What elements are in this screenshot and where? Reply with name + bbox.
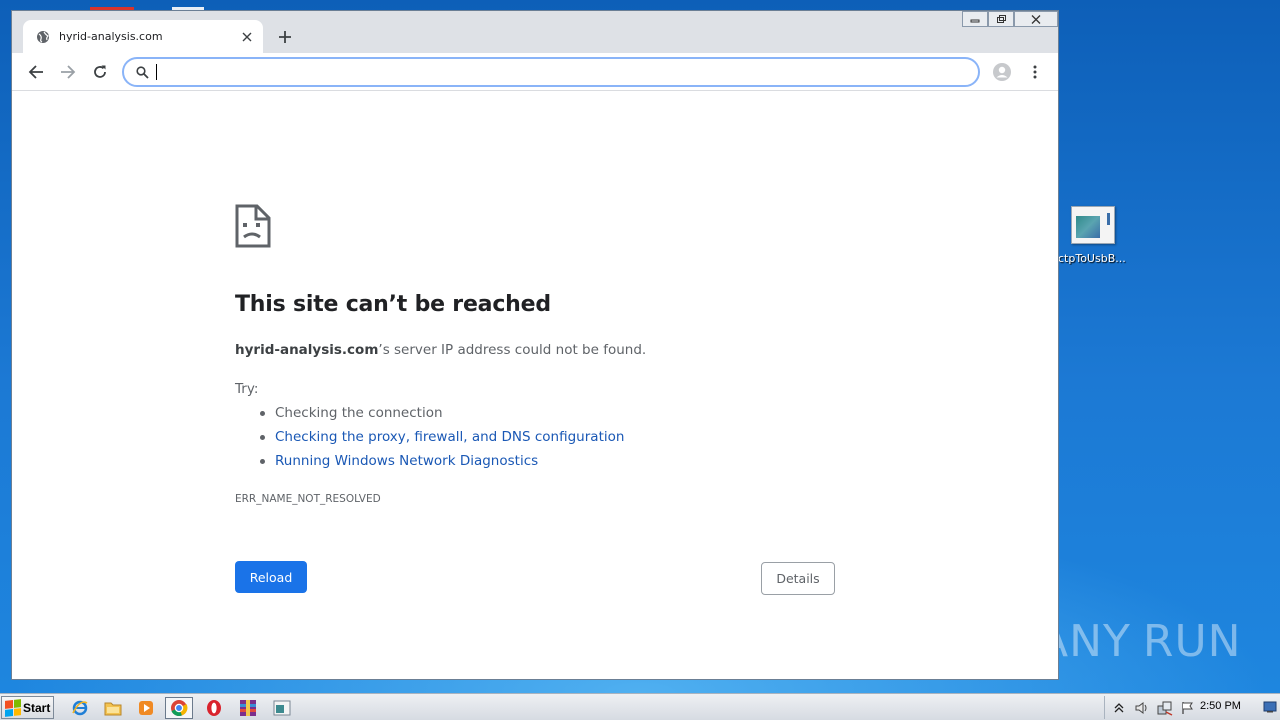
desktop-shortcut-label: ctpToUsbB... — [1058, 252, 1126, 265]
address-input[interactable] — [154, 61, 978, 83]
media-player-icon[interactable] — [132, 697, 160, 719]
try-label: Try: — [235, 381, 259, 397]
document-window-icon — [1071, 206, 1115, 244]
close-icon[interactable] — [1014, 11, 1058, 27]
text-caret — [156, 64, 157, 80]
desktop-shortcut[interactable]: ctpToUsbB... — [1058, 206, 1128, 272]
minimize-icon[interactable] — [962, 11, 988, 27]
explorer-folder-icon[interactable] — [99, 697, 127, 719]
watermark-right-text: RUN — [1142, 615, 1242, 667]
anyrun-watermark: ANY RUN — [1038, 610, 1241, 672]
ie-icon[interactable] — [66, 697, 94, 719]
globe-icon — [35, 29, 51, 45]
browser-window: hyrid-analysis.com This site can’t be re… — [11, 10, 1059, 680]
start-label: Start — [23, 700, 51, 715]
account-icon[interactable] — [991, 61, 1013, 83]
error-code: ERR_NAME_NOT_RESOLVED — [235, 493, 381, 505]
window-app-icon[interactable] — [268, 697, 296, 719]
tab-active[interactable]: hyrid-analysis.com — [23, 20, 263, 53]
suggestion-check-proxy-link[interactable]: Checking the proxy, firewall, and DNS co… — [235, 428, 624, 452]
volume-icon[interactable] — [1132, 699, 1152, 717]
plus-icon[interactable] — [275, 27, 295, 47]
chrome-icon[interactable] — [165, 697, 193, 719]
suggestion-network-diagnostics-link[interactable]: Running Windows Network Diagnostics — [235, 452, 624, 476]
reload-icon[interactable] — [89, 61, 111, 83]
window-controls — [962, 11, 1058, 29]
taskbar: Start 2:50 PM — [0, 693, 1280, 720]
winrar-icon[interactable] — [234, 697, 262, 719]
error-message: ’s server IP address could not be found. — [378, 342, 647, 358]
system-tray — [1104, 696, 1201, 719]
error-description: hyrid-analysis.com’s server IP address c… — [235, 342, 646, 358]
suggestion-list: Checking the connection Checking the pro… — [235, 404, 624, 476]
windows-logo-icon — [5, 698, 21, 717]
forward-arrow-icon[interactable] — [57, 61, 79, 83]
search-icon — [134, 64, 150, 80]
action-center-flag-icon[interactable] — [1178, 699, 1198, 717]
close-icon[interactable] — [239, 29, 255, 45]
show-desktop-icon[interactable] — [1262, 698, 1278, 716]
error-host: hyrid-analysis.com — [235, 342, 379, 358]
title-bar: hyrid-analysis.com — [12, 11, 1058, 53]
opera-icon[interactable] — [200, 697, 228, 719]
error-title: This site can’t be reached — [235, 292, 551, 317]
details-button[interactable]: Details — [761, 562, 835, 595]
tab-title: hyrid-analysis.com — [59, 30, 163, 43]
kebab-menu-icon[interactable] — [1024, 61, 1046, 83]
show-hidden-icons-arrow[interactable] — [1109, 699, 1129, 717]
clock[interactable]: 2:50 PM — [1200, 700, 1241, 712]
reload-button[interactable]: Reload — [235, 561, 307, 593]
browser-toolbar — [12, 53, 1058, 91]
start-button[interactable]: Start — [1, 696, 54, 719]
back-arrow-icon[interactable] — [25, 61, 47, 83]
address-bar[interactable] — [122, 57, 980, 87]
sad-document-icon — [235, 204, 271, 248]
error-page: This site can’t be reached hyrid-analysi… — [12, 92, 1058, 679]
restore-icon[interactable] — [988, 11, 1014, 27]
suggestion-check-connection: Checking the connection — [235, 404, 624, 428]
network-icon[interactable] — [1155, 699, 1175, 717]
